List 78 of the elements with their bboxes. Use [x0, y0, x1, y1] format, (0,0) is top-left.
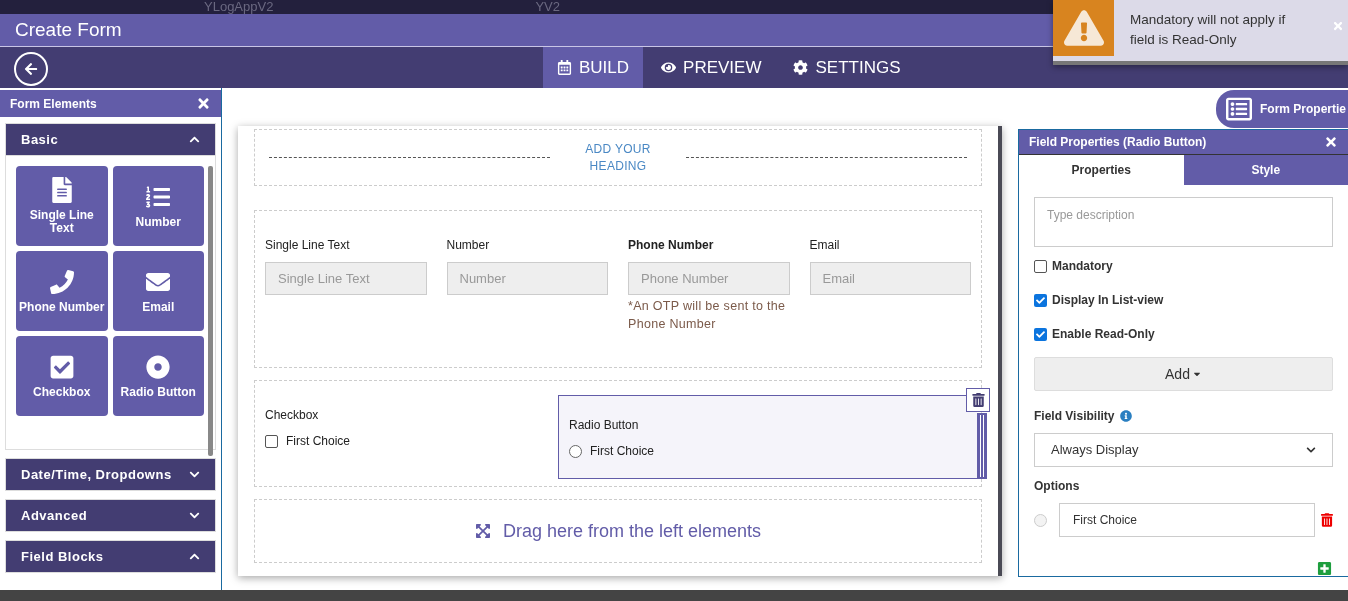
field-label: Single Line Text — [265, 237, 351, 254]
accordion-header[interactable]: Date/Time, Dropdowns — [5, 458, 216, 491]
radio-button[interactable] — [569, 444, 582, 458]
field-note: *An OTP will be sent to the Phone Number — [628, 298, 787, 333]
field-label: Phone Number — [628, 237, 715, 254]
trash-icon — [971, 393, 985, 407]
field-label: Radio Button — [569, 417, 640, 434]
field-label: Checkbox — [265, 407, 320, 424]
settings-icon — [793, 60, 809, 75]
eye-icon — [661, 60, 677, 75]
chevron-down-icon — [189, 469, 200, 480]
close-icon[interactable] — [1324, 135, 1338, 150]
sidebar-title: Form Elements — [10, 95, 97, 113]
checkbox-label: Mandatory — [1052, 258, 1113, 275]
nav-tab[interactable]: SETTINGS — [779, 47, 915, 88]
resize-handle[interactable] — [977, 413, 987, 479]
calendar-icon — [557, 60, 572, 75]
close-icon[interactable] — [196, 96, 211, 111]
checkbox-icon — [49, 353, 74, 380]
element-tile[interactable]: Radio Button — [112, 336, 204, 416]
form-icon — [1226, 96, 1252, 122]
warning-icon — [1063, 10, 1104, 46]
element-tile[interactable]: Email — [112, 251, 204, 331]
delete-button[interactable] — [966, 388, 990, 412]
field-label: Number — [446, 237, 491, 254]
chevron-up-icon — [189, 551, 200, 562]
option-label: First Choice — [590, 443, 654, 460]
form-properties-button[interactable]: Form Propertie — [1216, 90, 1348, 128]
panel-title: Field Properties (Radio Button) — [1029, 134, 1207, 152]
form-field[interactable]: Checkbox First Choice — [255, 381, 545, 486]
app-name: YLogAppV2 — [204, 0, 274, 14]
input-field[interactable]: Single Line Text — [265, 262, 427, 295]
element-tile[interactable]: Checkbox — [16, 336, 108, 416]
document-icon — [49, 177, 74, 203]
chevron-down-icon — [1306, 445, 1316, 455]
chevron-down-icon — [189, 510, 200, 521]
input-field[interactable]: Email — [809, 262, 971, 295]
app-label: YV2 — [535, 0, 560, 14]
element-tile[interactable]: Phone Number — [16, 251, 108, 331]
info-icon[interactable] — [1120, 410, 1133, 422]
phone-icon — [49, 268, 74, 295]
checkbox[interactable] — [1034, 327, 1047, 341]
add-button[interactable]: Add — [1034, 357, 1333, 391]
expand-arrows-icon — [474, 523, 491, 539]
nav-tab[interactable]: BUILD — [543, 47, 644, 88]
accordion-header[interactable]: Field Blocks — [5, 540, 216, 573]
options-label: Options — [1034, 478, 1081, 495]
accordion-header[interactable]: Advanced — [5, 499, 216, 532]
back-button[interactable] — [14, 52, 48, 86]
chevron-up-icon — [189, 134, 200, 145]
checkbox[interactable] — [265, 434, 278, 448]
description-field[interactable]: Type description — [1034, 197, 1333, 247]
heading-field[interactable]: ADD YOUR HEADING — [254, 129, 982, 186]
option-label: First Choice — [286, 433, 350, 450]
add-option-icon[interactable] — [1317, 561, 1332, 576]
checkbox-label: Display In List-view — [1052, 292, 1164, 309]
input-field[interactable]: Phone Number — [628, 262, 790, 295]
panel-tab[interactable]: Style — [1183, 155, 1348, 185]
drop-zone-text: Drag here from the left elements — [502, 519, 762, 543]
trash-icon[interactable] — [1321, 513, 1333, 527]
checkbox-label: Enable Read-Only — [1052, 326, 1155, 343]
input-field[interactable]: Number — [446, 262, 608, 295]
radio-icon — [146, 353, 171, 380]
back-arrow-icon — [24, 62, 38, 76]
visibility-select[interactable]: Always Display — [1034, 433, 1333, 467]
field-visibility-label: Field Visibility — [1034, 408, 1115, 425]
scrollbar[interactable] — [208, 166, 213, 456]
page-title: Create Form — [15, 17, 122, 42]
checkbox[interactable] — [1034, 293, 1047, 307]
option-field[interactable]: First Choice — [1059, 503, 1316, 537]
selected-field[interactable]: Radio Button First Choice — [558, 395, 977, 479]
field-label: Email — [809, 237, 841, 254]
element-tile[interactable]: Single Line Text — [16, 166, 108, 246]
accordion-header[interactable]: Basic — [5, 123, 216, 156]
element-tile[interactable]: Number — [112, 166, 204, 246]
nav-tab[interactable]: PREVIEW — [647, 47, 776, 88]
checkbox[interactable] — [1034, 259, 1047, 273]
toast-message: Mandatory will not apply if field is Read-Only — [1130, 11, 1287, 49]
